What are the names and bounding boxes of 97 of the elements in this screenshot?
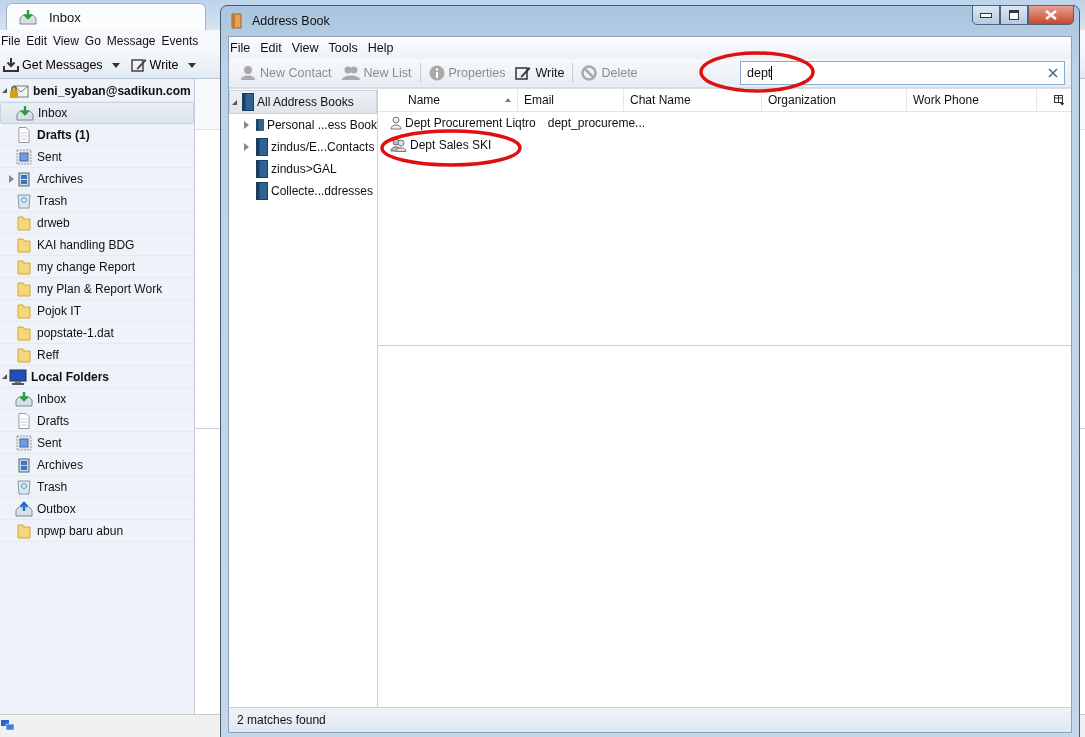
folder-item[interactable]: Sent bbox=[0, 146, 194, 168]
folder-icon bbox=[15, 346, 33, 363]
menu-item[interactable]: Go bbox=[81, 34, 104, 48]
pencil-icon bbox=[515, 66, 532, 80]
folder-item[interactable]: drweb bbox=[0, 212, 194, 234]
folder-item[interactable]: my change Report bbox=[0, 256, 194, 278]
people-icon bbox=[390, 138, 407, 152]
person-plus-icon bbox=[240, 65, 256, 81]
folder-icon bbox=[15, 258, 33, 275]
folder-item[interactable]: popstate-1.dat bbox=[0, 322, 194, 344]
inbox-tray-icon bbox=[16, 105, 34, 121]
folder-item[interactable]: Trash bbox=[0, 476, 194, 498]
network-computers-icon bbox=[1, 720, 15, 732]
inbox-tab[interactable]: Inbox bbox=[6, 3, 206, 30]
envelope-lock-icon bbox=[9, 82, 29, 99]
window-title: Address Book bbox=[252, 14, 330, 28]
menu-item[interactable]: Message bbox=[103, 34, 159, 48]
folder-item[interactable]: Drafts (1) bbox=[0, 124, 194, 146]
inbox-tray-icon bbox=[15, 390, 33, 407]
download-icon bbox=[3, 58, 19, 72]
menu-item[interactable]: File bbox=[0, 34, 24, 48]
trash-can-icon bbox=[15, 478, 33, 495]
table-cell: dept_procureme... bbox=[547, 116, 646, 130]
menu-item[interactable]: Edit bbox=[255, 41, 287, 55]
book-icon bbox=[256, 116, 264, 134]
menu-item[interactable]: View bbox=[286, 41, 324, 55]
menu-item[interactable]: Events bbox=[158, 34, 202, 48]
write-button[interactable]: Write bbox=[510, 61, 570, 85]
folder-item[interactable]: Inbox bbox=[0, 102, 194, 124]
outbox-tray-icon bbox=[15, 500, 33, 517]
info-icon bbox=[428, 65, 445, 81]
stamp-icon bbox=[15, 434, 33, 451]
computer-icon bbox=[9, 368, 27, 385]
minimize-button[interactable] bbox=[972, 5, 1000, 25]
get-messages-button[interactable]: Get Messages bbox=[0, 54, 106, 76]
filing-cabinet-icon bbox=[15, 170, 33, 187]
folder-item[interactable]: Archives bbox=[0, 454, 194, 476]
column-picker-icon[interactable] bbox=[1054, 94, 1065, 106]
inbox-tray-icon bbox=[19, 9, 37, 25]
folder-icon bbox=[15, 280, 33, 297]
folder-item[interactable]: Pojok IT bbox=[0, 300, 194, 322]
people-plus-icon bbox=[341, 65, 360, 81]
column-header[interactable]: Work Phone bbox=[907, 89, 1037, 111]
menu-item[interactable]: View bbox=[50, 34, 82, 48]
folder-item[interactable]: my Plan & Report Work bbox=[0, 278, 194, 300]
document-icon bbox=[15, 126, 33, 143]
column-header[interactable]: Chat Name bbox=[624, 89, 762, 111]
menu-item[interactable]: Tools bbox=[323, 41, 363, 55]
menu-item[interactable]: Edit bbox=[23, 34, 51, 48]
document-icon bbox=[15, 412, 33, 429]
column-header[interactable]: Name bbox=[378, 89, 518, 111]
book-icon bbox=[230, 13, 244, 29]
column-header[interactable]: Organization bbox=[762, 89, 907, 111]
person-icon bbox=[390, 116, 402, 130]
address-book-item[interactable]: Collecte...ddresses bbox=[229, 180, 377, 202]
address-book-item[interactable]: All Address Books bbox=[229, 90, 377, 114]
folder-item[interactable]: Inbox bbox=[0, 388, 194, 410]
book-icon bbox=[256, 160, 268, 178]
pencil-icon bbox=[130, 58, 147, 72]
maximize-button[interactable] bbox=[1000, 5, 1028, 25]
column-header[interactable]: Email bbox=[518, 89, 624, 111]
table-cell: Dept Procurement Liqtro bbox=[405, 116, 536, 130]
book-icon bbox=[256, 182, 268, 200]
account-row[interactable]: Local Folders bbox=[0, 366, 194, 388]
address-book-item[interactable]: zindus>GAL bbox=[229, 158, 377, 180]
filing-cabinet-icon bbox=[15, 456, 33, 473]
stamp-icon bbox=[15, 148, 33, 165]
book-icon bbox=[256, 138, 268, 156]
folder-icon bbox=[15, 302, 33, 319]
search-field[interactable]: dept bbox=[740, 61, 1065, 85]
folder-icon bbox=[15, 236, 33, 253]
close-button[interactable] bbox=[1028, 5, 1074, 25]
folder-item[interactable]: Drafts bbox=[0, 410, 194, 432]
folder-icon bbox=[15, 324, 33, 341]
folder-icon bbox=[15, 214, 33, 231]
menu-item[interactable]: Help bbox=[362, 41, 399, 55]
folder-item[interactable]: Sent bbox=[0, 432, 194, 454]
address-book-item[interactable]: Personal ...ess Book bbox=[229, 114, 377, 136]
folder-item[interactable]: Reff bbox=[0, 344, 194, 366]
folder-icon bbox=[15, 522, 33, 539]
address-book-item[interactable]: zindus/E...Contacts bbox=[229, 136, 377, 158]
menu-item[interactable]: File bbox=[229, 41, 256, 55]
trash-can-icon bbox=[15, 192, 33, 209]
close-icon bbox=[1045, 10, 1057, 20]
book-icon bbox=[242, 93, 254, 111]
prohibited-icon bbox=[581, 65, 598, 81]
write-button[interactable]: Write bbox=[127, 54, 182, 76]
dropdown-caret-icon[interactable] bbox=[187, 62, 196, 68]
status-text: 2 matches found bbox=[237, 713, 326, 727]
folder-item[interactable]: Trash bbox=[0, 190, 194, 212]
folder-item[interactable]: Archives bbox=[0, 168, 194, 190]
folder-item[interactable]: Outbox bbox=[0, 498, 194, 520]
table-cell: Dept Sales SKI bbox=[410, 138, 492, 152]
clear-icon[interactable] bbox=[1048, 68, 1058, 78]
dropdown-caret-icon[interactable] bbox=[111, 62, 120, 68]
folder-item[interactable]: KAI handling BDG bbox=[0, 234, 194, 256]
folder-item[interactable]: npwp baru abun bbox=[0, 520, 194, 542]
